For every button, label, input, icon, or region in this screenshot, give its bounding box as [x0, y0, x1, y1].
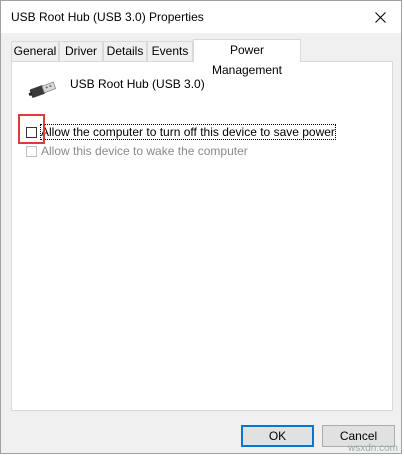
option-allow-wake: Allow this device to wake the computer — [26, 143, 248, 159]
power-management-panel: USB Root Hub (USB 3.0) Allow the compute… — [11, 61, 393, 411]
close-icon — [374, 11, 386, 23]
allow-wake-checkbox — [26, 145, 37, 157]
title-bar: USB Root Hub (USB 3.0) Properties — [1, 1, 401, 33]
checkbox-highlight-box — [18, 114, 45, 144]
tab-driver[interactable]: Driver — [59, 41, 103, 61]
window-title: USB Root Hub (USB 3.0) Properties — [11, 10, 204, 24]
tab-details[interactable]: Details — [103, 41, 147, 61]
allow-wake-label: Allow this device to wake the computer — [41, 144, 248, 158]
tab-events[interactable]: Events — [147, 41, 193, 61]
ok-button[interactable]: OK — [241, 425, 314, 447]
watermark: wsxdn.com — [347, 443, 398, 454]
allow-turn-off-label[interactable]: Allow the computer to turn off this devi… — [40, 124, 336, 140]
tab-power-management[interactable]: Power Management — [193, 39, 301, 77]
properties-dialog: USB Root Hub (USB 3.0) Properties Genera… — [0, 0, 402, 454]
close-button[interactable] — [367, 5, 393, 29]
device-name: USB Root Hub (USB 3.0) — [70, 77, 205, 91]
usb-plug-icon — [28, 81, 57, 98]
option-allow-turn-off[interactable]: Allow the computer to turn off this devi… — [26, 124, 336, 140]
tab-general[interactable]: General — [11, 41, 59, 61]
